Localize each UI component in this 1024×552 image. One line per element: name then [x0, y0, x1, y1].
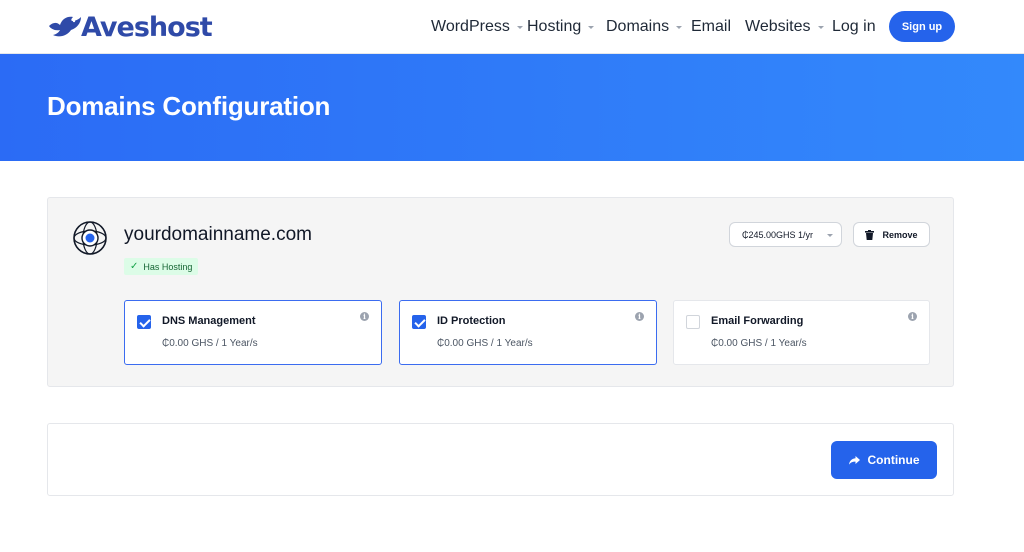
addon-price: ₵0.00 GHS / 1 Year/s	[711, 338, 807, 349]
info-icon[interactable]: i	[360, 312, 369, 321]
nav-item-wordpress[interactable]: WordPress	[431, 18, 523, 36]
billing-cycle-select[interactable]: ₵245.00GHS 1/yr	[729, 222, 842, 247]
chevron-down-icon	[817, 26, 824, 29]
info-icon[interactable]: i	[635, 312, 644, 321]
chevron-down-icon	[516, 26, 523, 29]
addon-checkbox[interactable]	[686, 315, 700, 329]
addon-checkbox[interactable]	[137, 315, 151, 329]
nav-item-websites[interactable]: Websites	[745, 18, 824, 36]
addon-id-protection[interactable]: ID Protection ₵0.00 GHS / 1 Year/s i	[399, 300, 657, 365]
brand-logo[interactable]: Aveshost	[47, 10, 213, 44]
continue-button[interactable]: Continue	[831, 441, 937, 479]
trash-icon	[865, 229, 875, 240]
remove-button[interactable]: Remove	[853, 222, 930, 247]
nav-item-domains[interactable]: Domains	[606, 18, 683, 36]
domain-config-card: yourdomainname.com ✓ Has Hosting ₵245.00…	[47, 197, 954, 387]
domain-name: yourdomainname.com	[124, 224, 312, 245]
login-link[interactable]: Log in	[832, 18, 876, 36]
share-arrow-icon	[848, 455, 860, 465]
addon-title: DNS Management	[162, 315, 256, 327]
page-title: Domains Configuration	[47, 91, 331, 121]
addon-price: ₵0.00 GHS / 1 Year/s	[162, 338, 258, 349]
addon-email-forwarding[interactable]: Email Forwarding ₵0.00 GHS / 1 Year/s i	[673, 300, 930, 365]
nav-item-hosting[interactable]: Hosting	[527, 18, 595, 36]
has-hosting-badge: ✓ Has Hosting	[124, 258, 199, 275]
chevron-down-icon	[676, 26, 683, 29]
top-navbar: Aveshost WordPress Hosting Domains Email…	[0, 0, 1024, 54]
bird-icon	[49, 16, 81, 37]
brand-name: Aveshost	[81, 11, 213, 43]
addon-title: Email Forwarding	[711, 315, 804, 327]
check-icon: ✓	[130, 261, 139, 272]
chevron-down-icon	[588, 26, 595, 29]
globe-icon	[73, 221, 107, 255]
signup-button[interactable]: Sign up	[889, 11, 955, 42]
checkout-actions-card: Continue	[47, 423, 954, 496]
nav-item-email[interactable]: Email	[691, 18, 731, 36]
addon-checkbox[interactable]	[412, 315, 426, 329]
hero-banner: Domains Configuration	[0, 54, 1024, 161]
chevron-down-icon	[827, 234, 833, 237]
addon-dns-management[interactable]: DNS Management ₵0.00 GHS / 1 Year/s i	[124, 300, 382, 365]
info-icon[interactable]: i	[908, 312, 917, 321]
addon-title: ID Protection	[437, 315, 506, 327]
addon-price: ₵0.00 GHS / 1 Year/s	[437, 338, 533, 349]
